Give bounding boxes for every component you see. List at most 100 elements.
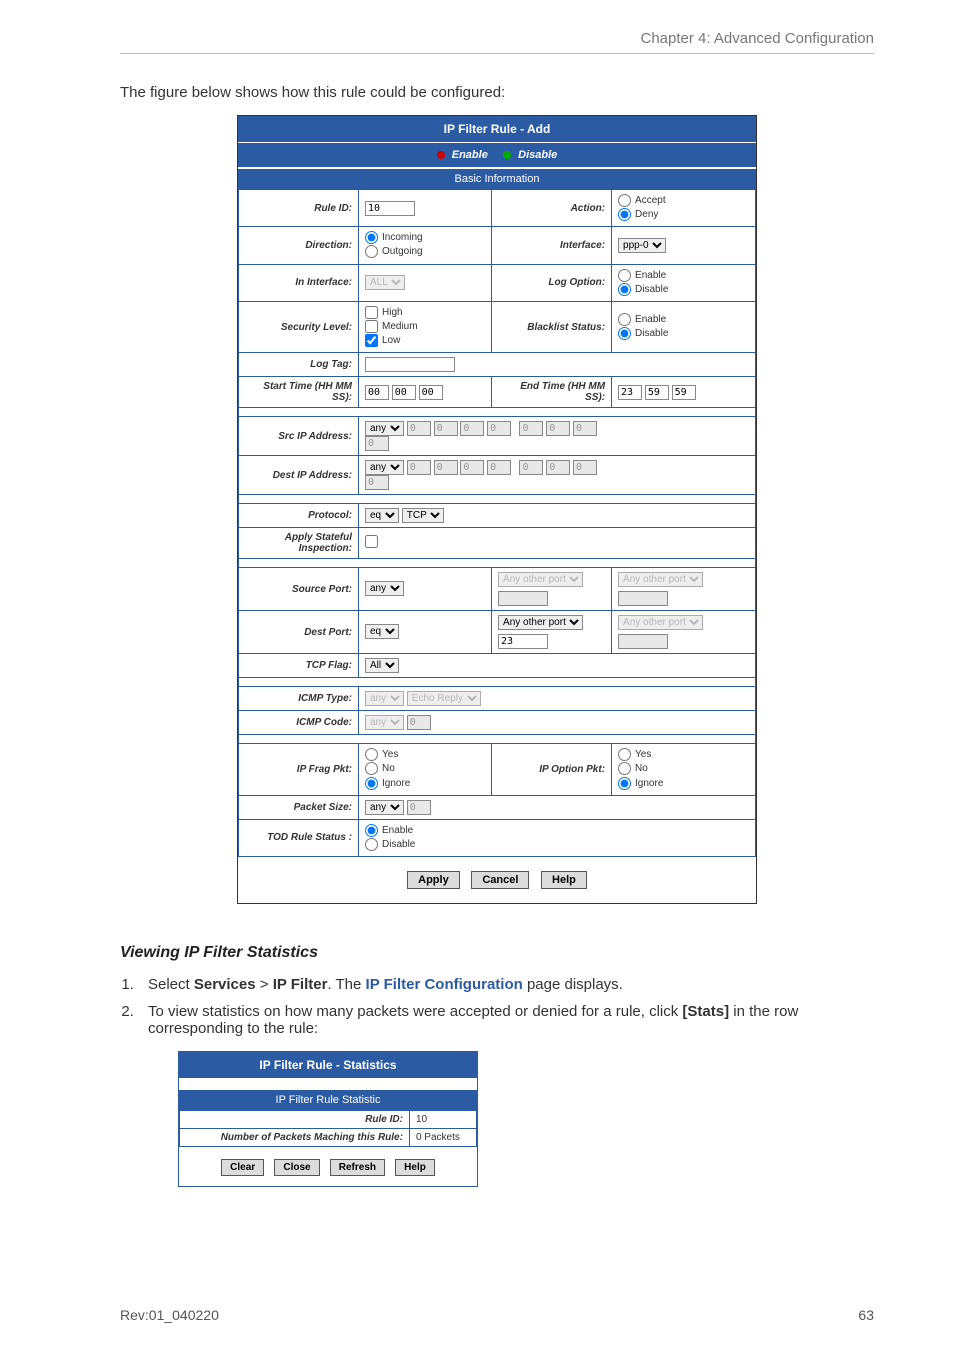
packet-size-op-select[interactable]: any [365, 800, 404, 815]
cancel-button[interactable]: Cancel [471, 871, 529, 889]
dst-port-other2-input [618, 634, 668, 649]
refresh-button[interactable]: Refresh [330, 1159, 385, 1176]
help-button[interactable]: Help [541, 871, 587, 889]
stats-title: IP Filter Rule - Statistics [179, 1052, 477, 1078]
opt-yes-radio[interactable]: Yes [618, 748, 749, 762]
dest-ip-oct4 [487, 460, 511, 475]
src-ip-oct3 [460, 421, 484, 436]
dest-ip-oct2 [434, 460, 458, 475]
end-hh-input[interactable] [618, 385, 642, 400]
stateful-checkbox[interactable] [365, 535, 378, 548]
dest-ip-label: Dest IP Address: [239, 456, 359, 495]
packet-size-input [407, 800, 431, 815]
blacklist-disable-radio[interactable]: Disable [618, 327, 749, 341]
ip-filter-add-screenshot: IP Filter Rule - Add Enable Disable Basi… [237, 115, 757, 904]
in-interface-select: ALL [365, 275, 405, 290]
chapter-header: Chapter 4: Advanced Configuration [120, 30, 874, 54]
src-ip-mode-select[interactable]: any [365, 421, 404, 436]
start-time-label: Start Time (HH MM SS): [239, 377, 359, 408]
end-ss-input[interactable] [672, 385, 696, 400]
interface-label: Interface: [492, 227, 612, 264]
page-footer: Rev:01_040220 63 [120, 1307, 874, 1323]
blacklist-label: Blacklist Status: [492, 301, 612, 352]
revision-label: Rev:01_040220 [120, 1307, 219, 1323]
rule-id-label: Rule ID: [239, 190, 359, 227]
protocol-label: Protocol: [239, 504, 359, 528]
src-port-other2-select: Any other port [618, 572, 703, 587]
disable-dot-icon [503, 151, 511, 159]
start-ss-input[interactable] [419, 385, 443, 400]
icmp-code-op-select: any [365, 715, 404, 730]
stats-packets-label: Number of Packets Maching this Rule: [180, 1128, 410, 1146]
step-2: To view statistics on how many packets w… [138, 1003, 874, 1187]
action-accept-radio[interactable]: Accept [618, 194, 749, 208]
dst-port-other1-select[interactable]: Any other port [498, 615, 583, 630]
dest-mask-oct3 [573, 460, 597, 475]
src-ip-oct4 [487, 421, 511, 436]
src-ip-label: Src IP Address: [239, 417, 359, 456]
src-mask-oct1 [519, 421, 543, 436]
source-port-label: Source Port: [239, 568, 359, 611]
src-mask-oct3 [573, 421, 597, 436]
icmp-type-op-select: any [365, 691, 404, 706]
ip-frag-label: IP Frag Pkt: [239, 744, 359, 795]
disable-label[interactable]: Disable [518, 149, 557, 161]
apply-button[interactable]: Apply [407, 871, 460, 889]
ip-filter-stats-screenshot: IP Filter Rule - Statistics IP Filter Ru… [178, 1051, 478, 1187]
dst-port-op-select[interactable]: eq [365, 624, 399, 639]
basic-info-header: Basic Information [238, 167, 756, 189]
dest-ip-mode-select[interactable]: any [365, 460, 404, 475]
src-port-other1-select: Any other port [498, 572, 583, 587]
in-interface-label: In Interface: [239, 264, 359, 301]
icmp-type-label: ICMP Type: [239, 687, 359, 711]
opt-ignore-radio[interactable]: Ignore [618, 777, 749, 791]
tod-disable-radio[interactable]: Disable [365, 838, 749, 852]
dest-port-label: Dest Port: [239, 611, 359, 654]
enable-dot-icon [437, 151, 445, 159]
dest-ip-oct1 [407, 460, 431, 475]
direction-incoming-radio[interactable]: Incoming [365, 231, 485, 245]
dst-port-other2-select: Any other port [618, 615, 703, 630]
start-mm-input[interactable] [392, 385, 416, 400]
security-level-label: Security Level: [239, 301, 359, 352]
log-enable-radio[interactable]: Enable [618, 269, 749, 283]
tcp-flag-select[interactable]: All [365, 658, 399, 673]
clear-button[interactable]: Clear [221, 1159, 264, 1176]
log-option-label: Log Option: [492, 264, 612, 301]
src-mask-oct2 [546, 421, 570, 436]
stats-help-button[interactable]: Help [395, 1159, 435, 1176]
tod-label: TOD Rule Status : [239, 819, 359, 856]
end-mm-input[interactable] [645, 385, 669, 400]
stats-rule-id-value: 10 [409, 1110, 476, 1128]
log-tag-input[interactable] [365, 357, 455, 372]
src-port-op-select[interactable]: any [365, 581, 404, 596]
interface-select[interactable]: ppp-0 [618, 238, 666, 253]
icmp-code-input [407, 715, 431, 730]
action-deny-radio[interactable]: Deny [618, 208, 749, 222]
frag-no-radio[interactable]: No [365, 762, 485, 776]
frag-yes-radio[interactable]: Yes [365, 748, 485, 762]
blacklist-enable-radio[interactable]: Enable [618, 313, 749, 327]
dest-mask-oct2 [546, 460, 570, 475]
stats-subtitle: IP Filter Rule Statistic [179, 1088, 477, 1110]
direction-outgoing-radio[interactable]: Outgoing [365, 245, 485, 259]
start-hh-input[interactable] [365, 385, 389, 400]
protocol-op-select[interactable]: eq [365, 508, 399, 523]
log-disable-radio[interactable]: Disable [618, 283, 749, 297]
src-port-other2-input [618, 591, 668, 606]
protocol-select[interactable]: TCP [402, 508, 444, 523]
src-port-other1-input [498, 591, 548, 606]
opt-no-radio[interactable]: No [618, 762, 749, 776]
ip-filter-config-link: IP Filter Configuration [366, 976, 523, 993]
frag-ignore-radio[interactable]: Ignore [365, 777, 485, 791]
dst-port-val-input[interactable] [498, 634, 548, 649]
close-button[interactable]: Close [274, 1159, 319, 1176]
rule-id-input[interactable] [365, 201, 415, 216]
sec-high-checkbox[interactable]: High [365, 306, 485, 320]
tod-enable-radio[interactable]: Enable [365, 824, 749, 838]
sec-low-checkbox[interactable]: Low [365, 334, 485, 348]
enable-label[interactable]: Enable [452, 149, 488, 161]
dialog-title: IP Filter Rule - Add [238, 116, 756, 142]
sec-medium-checkbox[interactable]: Medium [365, 320, 485, 334]
tcp-flag-label: TCP Flag: [239, 654, 359, 678]
